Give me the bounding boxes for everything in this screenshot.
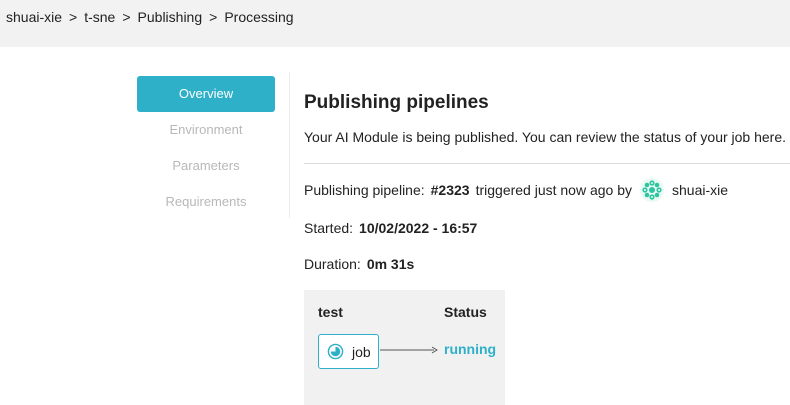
job-status-running[interactable]: running: [444, 341, 496, 357]
started-value: 10/02/2022 - 16:57: [359, 220, 478, 236]
stage-header: test: [318, 304, 343, 320]
duration-label: Duration:: [304, 256, 361, 272]
sidebar-nav: Overview Environment Parameters Requirem…: [137, 76, 275, 220]
duration-value: 0m 31s: [366, 256, 415, 272]
breadcrumb-item-user[interactable]: shuai-xie: [6, 9, 62, 25]
user-avatar-icon[interactable]: [640, 178, 665, 202]
section-divider: [304, 163, 790, 164]
started-label: Started:: [304, 220, 354, 236]
pipeline-user[interactable]: shuai-xie: [672, 182, 728, 198]
job-connector-arrow: [380, 346, 438, 354]
page-description: Your AI Module is being published. You c…: [304, 129, 787, 145]
sidebar-item-parameters[interactable]: Parameters: [137, 148, 275, 184]
pipeline-trigger-text: triggered just now ago by: [475, 182, 633, 198]
sidebar-item-requirements[interactable]: Requirements: [137, 184, 275, 220]
page-title: Publishing pipelines: [304, 92, 489, 113]
pipeline-label: Publishing pipeline:: [304, 182, 425, 198]
main-content: Publishing pipelines Your AI Module is b…: [304, 90, 790, 272]
sidebar-item-environment[interactable]: Environment: [137, 112, 275, 148]
status-header: Status: [444, 304, 487, 320]
breadcrumb-separator: >: [122, 9, 131, 25]
job-node[interactable]: job: [318, 334, 379, 369]
duration-info: Duration: 0m 31s: [304, 256, 414, 272]
pipeline-info: Publishing pipeline: #2323 triggered jus…: [304, 178, 728, 202]
job-label: job: [352, 343, 371, 360]
started-info: Started: 10/02/2022 - 16:57: [304, 220, 477, 236]
sidebar-item-overview[interactable]: Overview: [137, 76, 275, 112]
breadcrumb-separator: >: [69, 9, 78, 25]
pipeline-graph: test Status job running: [304, 290, 505, 405]
breadcrumb-item-project[interactable]: t-sne: [84, 9, 115, 25]
sidebar-divider: [289, 72, 290, 218]
breadcrumb-separator: >: [209, 9, 218, 25]
breadcrumb: shuai-xie > t-sne > Publishing > Process…: [0, 0, 790, 47]
breadcrumb-item-publishing[interactable]: Publishing: [138, 9, 203, 25]
breadcrumb-item-processing: Processing: [224, 9, 294, 25]
running-status-icon: [327, 343, 344, 360]
pipeline-id[interactable]: #2323: [431, 182, 470, 198]
